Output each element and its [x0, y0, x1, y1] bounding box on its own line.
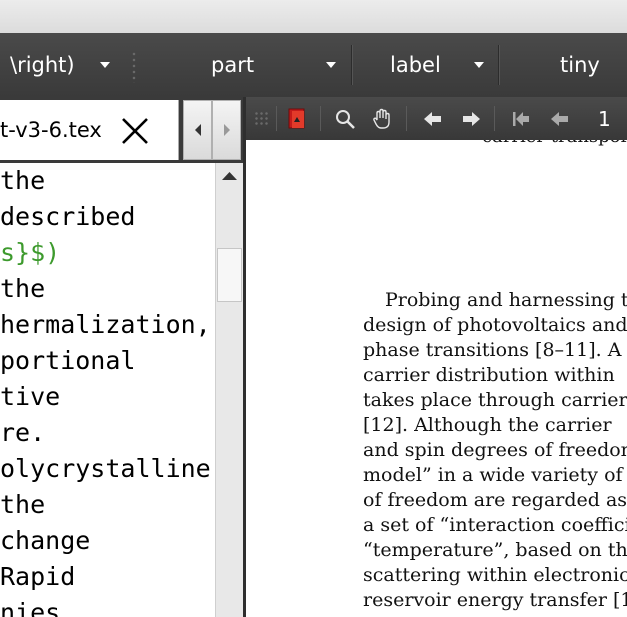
pdf-text-line: design of photovoltaics and [363, 314, 627, 336]
code-line: re. [0, 418, 46, 447]
editor-vertical-scrollbar[interactable] [215, 163, 243, 617]
pdf-text-line: carrier distribution within [363, 364, 615, 386]
page-number-field[interactable]: 1 [598, 107, 611, 131]
code-line: hermalization, [0, 310, 211, 339]
toolbar-grip-handle[interactable] [254, 111, 268, 125]
code-line: s}$) [0, 238, 61, 267]
code-line: the [0, 274, 46, 303]
dropdown-label: \right) [10, 53, 75, 77]
dropdown-right-delimiter[interactable]: \right) [0, 33, 125, 97]
dropdown-label: tiny [560, 53, 600, 77]
pdf-page[interactable]: carrier transpor Probing and harnessing … [246, 140, 627, 617]
pdf-document-icon[interactable] [286, 108, 308, 130]
chevron-right-icon [224, 124, 230, 136]
previous-page-icon[interactable] [549, 108, 571, 130]
code-line: olycrystalline [0, 454, 211, 483]
pdf-text-line: [12]. Although the carrier [363, 414, 612, 436]
scroll-up-arrow-icon[interactable] [216, 163, 243, 190]
chevron-left-icon [195, 124, 201, 136]
dropdown-part[interactable]: part [146, 33, 352, 97]
dropdown-label-command[interactable]: label [352, 33, 498, 97]
title-strip [0, 0, 627, 33]
toolbar-divider [494, 106, 495, 131]
code-line: Rapid [0, 562, 76, 591]
pdf-text-line: carrier transpor [482, 140, 627, 149]
pdf-text-line: phase transitions [8–11]. A [363, 339, 622, 361]
code-line: tive [0, 382, 61, 411]
pdf-text-line: of freedom are regarded as [363, 489, 627, 511]
dropdown-label: label [390, 53, 441, 77]
toolbar-divider [320, 106, 321, 131]
latex-command-toolbar: \right) part label tiny [0, 33, 627, 98]
arrow-right-icon[interactable] [460, 108, 482, 130]
hand-icon[interactable] [371, 108, 393, 130]
scrollbar-thumb[interactable] [217, 248, 242, 302]
code-line: the [0, 490, 46, 519]
pdf-text-line: Probing and harnessing th [385, 289, 627, 311]
chevron-down-icon [326, 62, 336, 68]
pdf-text-line: “temperature”, based on the [363, 539, 627, 561]
code-line: described [0, 202, 136, 231]
dropdown-label: part [211, 53, 255, 77]
pdf-text-line: a set of “interaction coeffici [363, 514, 627, 536]
dropdown-font-size[interactable]: tiny [499, 33, 627, 97]
tab-scroll-right-button[interactable] [212, 100, 241, 160]
pdf-text-line: takes place through carrier- [363, 389, 627, 411]
chevron-down-icon [474, 62, 484, 68]
app-window: \right) part label tiny t-v3-6.tex the d… [0, 0, 627, 617]
tab-label: t-v3-6.tex [0, 118, 102, 142]
toolbar-divider [276, 106, 277, 131]
code-line: change [0, 526, 91, 555]
tab-scroll-left-button[interactable] [183, 100, 212, 160]
pdf-text-line: model” in a wide variety of [363, 464, 623, 486]
arrow-left-icon[interactable] [422, 108, 444, 130]
close-icon[interactable] [118, 114, 152, 148]
first-page-icon[interactable] [510, 108, 532, 130]
pdf-text-line: scattering within electronic [363, 564, 627, 586]
source-editor[interactable]: the described s}$) the hermalization, po… [0, 163, 215, 617]
pdf-viewer-toolbar: 1 [246, 97, 627, 141]
magnifier-icon[interactable] [334, 108, 356, 130]
chevron-down-icon [100, 62, 110, 68]
pdf-text-line: and spin degrees of freedom [363, 439, 627, 461]
toolbar-grip-handle[interactable] [131, 51, 137, 83]
code-line: nies [0, 598, 61, 617]
code-line: portional [0, 346, 136, 375]
code-line: the [0, 166, 46, 195]
tab-document[interactable]: t-v3-6.tex [0, 100, 179, 160]
pdf-text-line: reservoir energy transfer [15 [363, 589, 627, 611]
editor-tab-bar: t-v3-6.tex [0, 97, 243, 163]
toolbar-divider [406, 106, 407, 131]
